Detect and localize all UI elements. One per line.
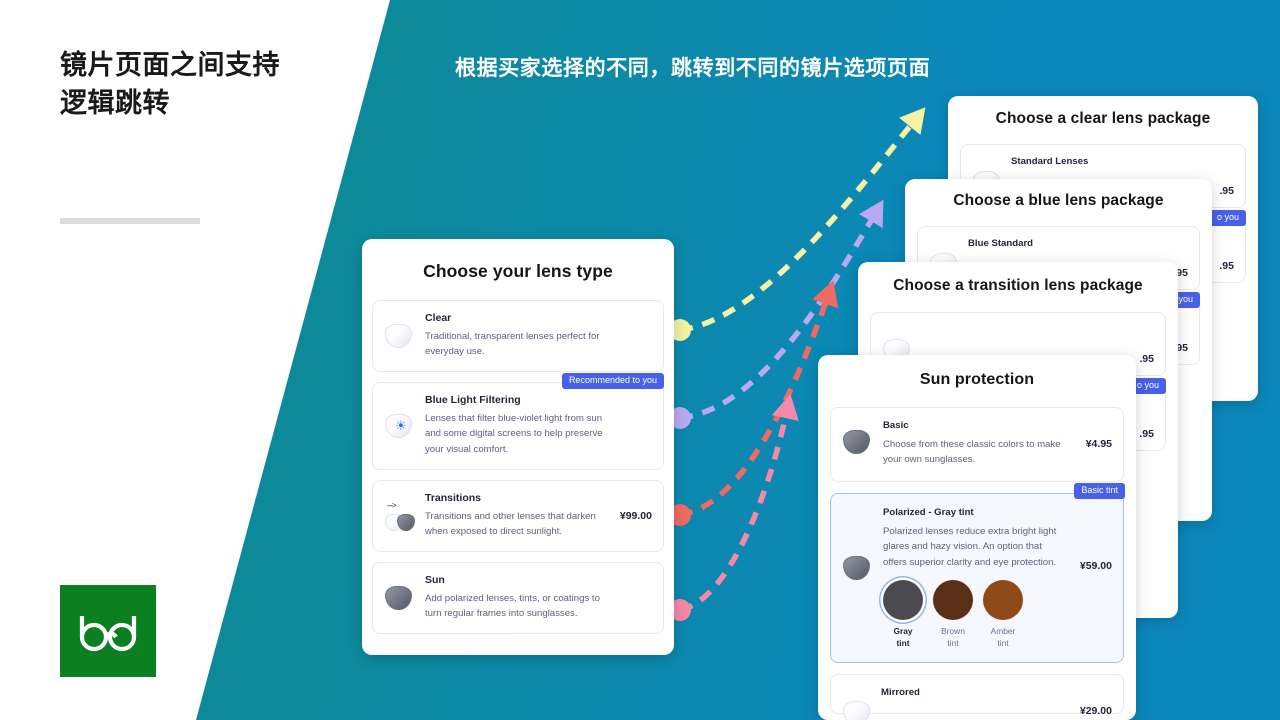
tint-swatch-group[interactable]: Gray tint Brown tint Amber tint: [883, 579, 1111, 650]
sun-option-name: Polarized - Gray tint: [883, 507, 974, 519]
sun-option-name: Mirrored: [881, 687, 920, 698]
brand-logo: [60, 585, 156, 677]
sun-option-desc: Polarized lenses reduce extra bright lig…: [883, 526, 1057, 568]
tint-swatch-brown[interactable]: Brown tint: [933, 579, 973, 650]
clear-lens-icon: [385, 324, 412, 349]
basic-tint-badge: Basic tint: [1074, 483, 1125, 500]
lens-option-desc: Traditional, transparent lenses perfect …: [425, 331, 600, 358]
lens-option-desc: Transitions and other lenses that darken…: [425, 510, 596, 537]
sun-protection-title: Sun protection: [919, 371, 1035, 388]
sun-option-price: ¥4.95: [1085, 438, 1112, 450]
tint-dot-brown[interactable]: [933, 579, 973, 620]
lens-option-price: ¥99.00: [619, 509, 652, 522]
transitions-lens-icon: --->: [385, 501, 425, 531]
package-option-price: .95: [1219, 260, 1234, 272]
tint-swatch-gray[interactable]: Gray tint: [883, 579, 923, 650]
clear-package-title: Choose a clear lens package: [995, 110, 1211, 127]
lens-option-clear[interactable]: Clear Traditional, transparent lenses pe…: [372, 300, 664, 373]
sun-lens-icon: [385, 586, 412, 611]
lens-option-name: Clear: [425, 312, 452, 324]
polarized-lens-icon: [843, 556, 870, 581]
blue-package-title: Choose a blue lens package: [953, 192, 1164, 209]
package-option-price: .95: [1139, 428, 1154, 441]
sun-option-price: ¥59.00: [1079, 560, 1112, 573]
tint-dot-gray[interactable]: [883, 579, 923, 620]
tint-label-brown: Brown tint: [941, 625, 965, 649]
recommended-badge: Recommended to you: [561, 373, 664, 390]
package-option-price: .95: [1139, 353, 1154, 366]
lens-option-desc: Add polarized lenses, tints, or coatings…: [425, 593, 600, 620]
lens-option-transitions[interactable]: ---> Transitions Transitions and other l…: [372, 479, 664, 553]
basic-tint-lens-icon: [843, 430, 870, 454]
title-divider: [60, 218, 200, 224]
package-option-price: .95: [1219, 185, 1234, 197]
sun-option-mirrored[interactable]: Mirrored ¥29.00: [830, 674, 1124, 720]
lens-option-blue-light[interactable]: Recommended to you ☀ Blue Light Filterin…: [372, 373, 664, 470]
tint-dot-amber[interactable]: [983, 579, 1023, 620]
mirrored-lens-icon: [843, 701, 870, 720]
blue-light-lens-icon: ☀: [385, 414, 412, 439]
sun-option-basic[interactable]: Basic Choose from these classic colors t…: [830, 407, 1124, 483]
package-option-name: Standard Lenses: [1011, 156, 1089, 167]
sun-option-polarized[interactable]: Basic tint Polarized - Gray tint Polariz…: [830, 483, 1125, 663]
sun-option-price: ¥29.00: [1079, 705, 1112, 717]
lens-option-sun[interactable]: Sun Add polarized lenses, tints, or coat…: [372, 562, 664, 635]
package-option-name: Blue Standard: [968, 238, 1034, 249]
sun-protection-card[interactable]: Sun protection Basic Choose from these c…: [818, 355, 1136, 720]
header-title: 根据买家选择的不同，跳转到不同的镜片选项页面: [455, 57, 931, 80]
dark-lens-icon: [397, 513, 415, 531]
lens-option-name: Sun: [425, 574, 445, 587]
glasses-icon: [79, 616, 137, 652]
page-title: 镜片页面之间支持 逻辑跳转: [60, 50, 280, 119]
lens-type-card[interactable]: Choose your lens type Clear Traditional,…: [362, 239, 674, 655]
tint-label-gray: Gray tint: [893, 625, 913, 649]
slide-root: 镜片页面之间支持 逻辑跳转 根据买家选择的不同，跳转到不同的镜片选项页面 Cho…: [0, 0, 1280, 720]
sun-option-name: Basic: [883, 420, 909, 431]
lens-option-name: Blue Light Filtering: [425, 394, 521, 407]
recommended-badge: o you: [1209, 210, 1246, 226]
lens-option-name: Transitions: [425, 491, 482, 504]
arrow-right-icon: --->: [387, 500, 397, 510]
transition-package-title: Choose a transition lens package: [893, 277, 1143, 294]
sun-option-desc: Choose from these classic colors to make…: [883, 439, 1061, 466]
tint-label-amber: Amber tint: [990, 625, 1016, 649]
lens-option-desc: Lenses that filter blue-violet light fro…: [425, 413, 603, 455]
lens-type-title: Choose your lens type: [423, 261, 613, 281]
sun-burst-icon: ☀: [395, 418, 407, 434]
tint-swatch-amber[interactable]: Amber tint: [983, 579, 1023, 650]
